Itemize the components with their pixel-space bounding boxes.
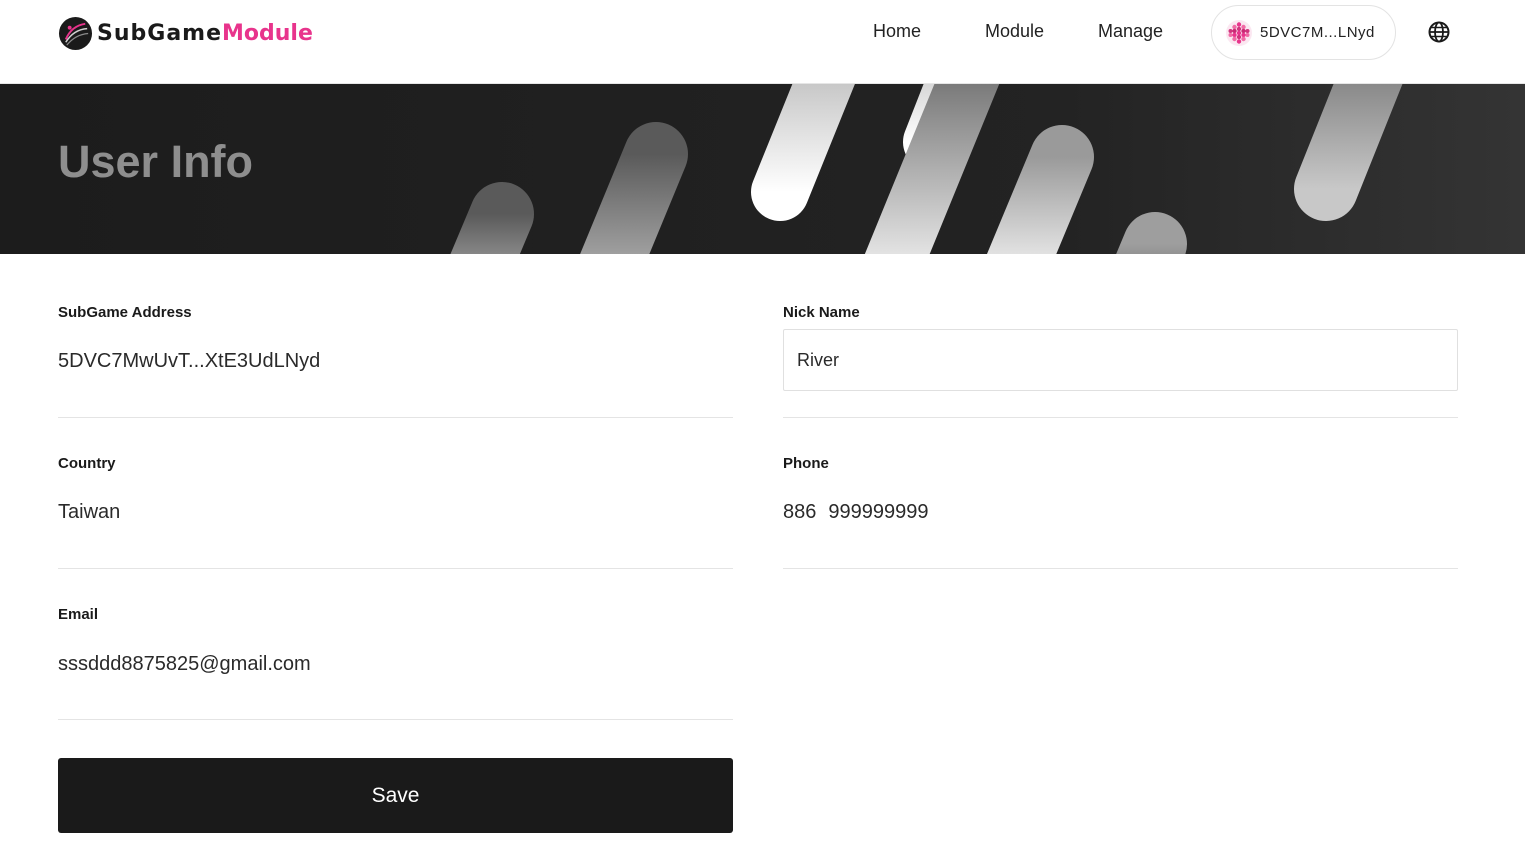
- phone-country-code: 886: [783, 501, 817, 523]
- globe-icon[interactable]: [1428, 21, 1450, 43]
- wallet-account-button[interactable]: 5DVC7M...LNyd: [1211, 5, 1396, 60]
- phone-value: 886 999999999: [783, 501, 928, 524]
- divider: [58, 719, 733, 720]
- save-button-label: Save: [371, 783, 420, 807]
- field-label: Country: [58, 455, 116, 472]
- brand-logo[interactable]: SubGameModule: [58, 14, 313, 52]
- divider: [58, 568, 733, 569]
- polkadot-identicon-icon: [1226, 19, 1252, 46]
- field-label: Email: [58, 606, 99, 623]
- wallet-address: 5DVC7M...LNyd: [1260, 24, 1375, 41]
- divider: [783, 568, 1458, 569]
- phone-number: 999999999: [828, 501, 929, 523]
- country-value: Taiwan: [58, 501, 121, 523]
- address-value: 5DVC7MwUvT...XtE3UdLNyd: [58, 350, 321, 372]
- nick-name-input[interactable]: River: [783, 329, 1458, 391]
- divider: [58, 417, 733, 418]
- page-title: User Info: [58, 136, 254, 187]
- top-navbar: SubGameModule Home Module Manage 5DVC7M.…: [0, 0, 1525, 84]
- nav-module[interactable]: Module: [985, 21, 1044, 42]
- divider: [783, 417, 1458, 418]
- field-label: SubGame Address: [58, 304, 192, 321]
- email-value: sssddd8875825@gmail.com: [58, 653, 311, 675]
- nav-home[interactable]: Home: [873, 21, 921, 42]
- field-label: Nick Name: [783, 304, 860, 321]
- nav-manage[interactable]: Manage: [1098, 21, 1163, 42]
- nick-name-input-value: River: [797, 349, 840, 370]
- page-banner: User Info: [0, 84, 1525, 254]
- brand-name: SubGameModule: [97, 20, 313, 46]
- field-label: Phone: [783, 455, 829, 472]
- save-button[interactable]: Save: [58, 758, 733, 833]
- subgame-logo-icon: [58, 16, 93, 50]
